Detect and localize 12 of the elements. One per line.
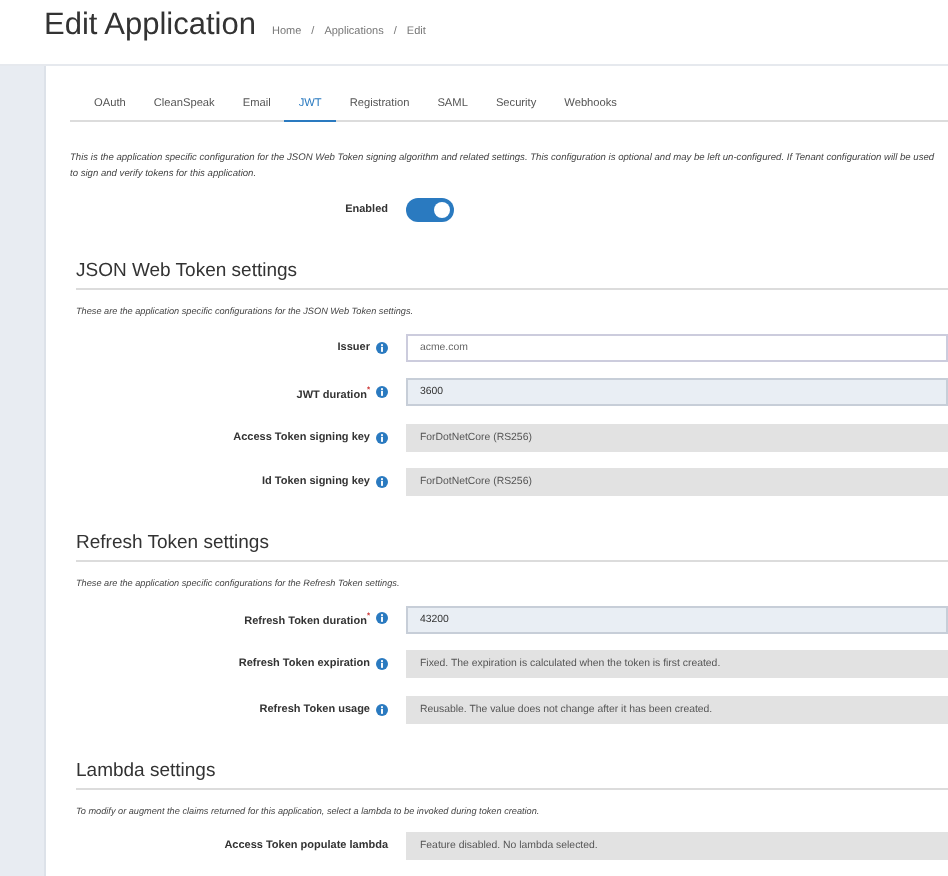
section-heading: Lambda settings	[76, 759, 948, 789]
info-icon[interactable]	[376, 431, 388, 443]
info-icon[interactable]	[376, 658, 388, 670]
section-heading: JSON Web Token settings	[76, 260, 948, 290]
info-icon[interactable]	[376, 476, 388, 488]
enabled-toggle[interactable]	[406, 198, 454, 222]
page-title: Edit Application	[44, 8, 256, 44]
info-icon[interactable]	[376, 703, 388, 715]
info-icon[interactable]	[376, 612, 388, 625]
info-icon[interactable]	[376, 341, 388, 353]
section-heading: Refresh Token settings	[76, 532, 948, 562]
info-icon[interactable]	[376, 385, 388, 398]
